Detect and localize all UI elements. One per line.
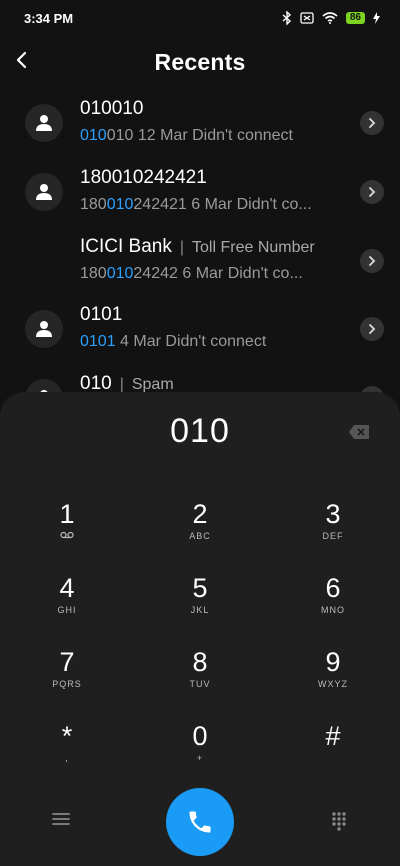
key-letters: GHI: [57, 605, 77, 615]
voicemail-icon: [12, 530, 122, 542]
details-button[interactable]: [360, 180, 384, 204]
key-letters: WXYZ: [318, 679, 348, 689]
key-letters: TUV: [189, 679, 211, 689]
key-letters: ,: [65, 753, 69, 763]
key-letters: ABC: [189, 531, 211, 541]
detail-prefix: 180: [80, 196, 107, 213]
key-letters: DEF: [322, 531, 344, 541]
person-icon: [36, 321, 52, 337]
detail-text: 242421 6 Mar Didn't co...: [133, 196, 312, 213]
key-1[interactable]: 1: [12, 498, 122, 562]
charging-icon: [373, 12, 380, 24]
tag-separator: |: [119, 376, 124, 393]
recent-detail: 010010 12 Mar Didn't connect: [80, 127, 340, 145]
key-digit: 8: [192, 647, 208, 677]
key-9[interactable]: 9 WXYZ: [278, 646, 388, 710]
sim-off-icon: [300, 12, 314, 24]
bluetooth-icon: [282, 11, 292, 25]
key-4[interactable]: 4 GHI: [12, 572, 122, 636]
match-highlight: 010: [80, 127, 107, 144]
avatar: [25, 173, 63, 211]
key-letters: MNO: [321, 605, 345, 615]
phone-icon: [189, 811, 211, 833]
status-bar: 3:34 PM 86: [0, 0, 400, 36]
match-highlight: 010: [106, 265, 134, 282]
key-digit: 6: [325, 573, 341, 603]
key-7[interactable]: 7 PQRS: [12, 646, 122, 710]
detail-text: 4 Mar Didn't connect: [115, 333, 267, 350]
detail-text: 24242 6 Mar Didn't co...: [133, 265, 303, 282]
number-tag: Spam: [131, 376, 174, 393]
key-digit: 9: [325, 647, 341, 677]
battery-indicator: 86: [345, 12, 365, 24]
dialer-panel: 010 1 2 ABC 3 DEF 4 GHI 5 JKL 6 MNO 7 PQ…: [0, 392, 400, 866]
key-digit: *: [61, 721, 73, 751]
avatar: [25, 104, 63, 142]
status-icons: 86: [282, 11, 380, 25]
key-6[interactable]: 6 MNO: [278, 572, 388, 636]
page-title: Recents: [154, 48, 246, 75]
dialpad-icon[interactable]: [331, 811, 347, 836]
menu-icon[interactable]: [52, 812, 70, 831]
recent-name: 010010: [80, 98, 144, 119]
key-0[interactable]: 0 +: [145, 720, 255, 784]
key-3[interactable]: 3 DEF: [278, 498, 388, 562]
chevron-right-icon: [369, 324, 376, 334]
status-time: 3:34 PM: [24, 10, 74, 26]
recent-item[interactable]: 010010 010010 12 Mar Didn't connect: [0, 90, 400, 158]
key-digit: 1: [59, 499, 75, 529]
recent-name: 0101: [80, 304, 123, 325]
key-letters: +: [196, 753, 204, 763]
chevron-right-icon: [369, 256, 376, 266]
key-digit: 2: [192, 499, 208, 529]
key-hash[interactable]: #: [278, 720, 388, 784]
detail-text: 010 12 Mar Didn't connect: [106, 127, 293, 144]
recent-name: 010: [80, 373, 112, 394]
backspace-icon[interactable]: [348, 424, 370, 445]
avatar: [25, 310, 63, 348]
recent-item[interactable]: ICICI Bank | Toll Free Number 18001024242 …: [0, 228, 400, 296]
number-tag: Toll Free Number: [192, 239, 315, 256]
recent-name-row: ICICI Bank | Toll Free Number: [80, 236, 315, 258]
recent-detail: 180010242421 6 Mar Didn't co...: [80, 196, 340, 214]
recent-item[interactable]: 0101 0101 4 Mar Didn't connect: [0, 296, 400, 364]
person-icon: [36, 115, 52, 131]
call-button[interactable]: [166, 788, 234, 856]
key-5[interactable]: 5 JKL: [145, 572, 255, 636]
key-digit: 0: [192, 721, 208, 751]
header: Recents: [0, 36, 400, 88]
key-digit: 7: [59, 647, 75, 677]
chevron-right-icon: [369, 187, 376, 197]
wifi-icon: [322, 12, 338, 24]
recent-item[interactable]: 180010242421 180010242421 6 Mar Didn't c…: [0, 159, 400, 227]
details-button[interactable]: [360, 111, 384, 135]
details-button[interactable]: [360, 249, 384, 273]
key-digit: #: [325, 721, 341, 751]
tag-separator: |: [179, 239, 185, 256]
key-8[interactable]: 8 TUV: [145, 646, 255, 710]
recent-detail: 0101 4 Mar Didn't connect: [80, 333, 340, 351]
recent-name: ICICI Bank: [80, 236, 172, 257]
chevron-right-icon: [369, 118, 376, 128]
dialed-number[interactable]: 010: [0, 412, 400, 451]
person-icon: [36, 184, 52, 200]
key-digit: 3: [325, 499, 341, 529]
details-button[interactable]: [360, 317, 384, 341]
key-digit: 5: [192, 573, 208, 603]
back-arrow-icon[interactable]: [10, 48, 34, 72]
key-2[interactable]: 2 ABC: [145, 498, 255, 562]
recent-name: 180010242421: [80, 167, 207, 188]
key-letters: JKL: [190, 605, 210, 615]
match-highlight: 0101: [80, 333, 116, 350]
key-digit: 4: [59, 573, 75, 603]
match-highlight: 010: [106, 196, 134, 213]
key-star[interactable]: * ,: [12, 720, 122, 784]
key-letters: PQRS: [52, 679, 82, 689]
detail-prefix: 180: [80, 265, 107, 282]
recent-detail: 18001024242 6 Mar Didn't co...: [80, 265, 340, 283]
